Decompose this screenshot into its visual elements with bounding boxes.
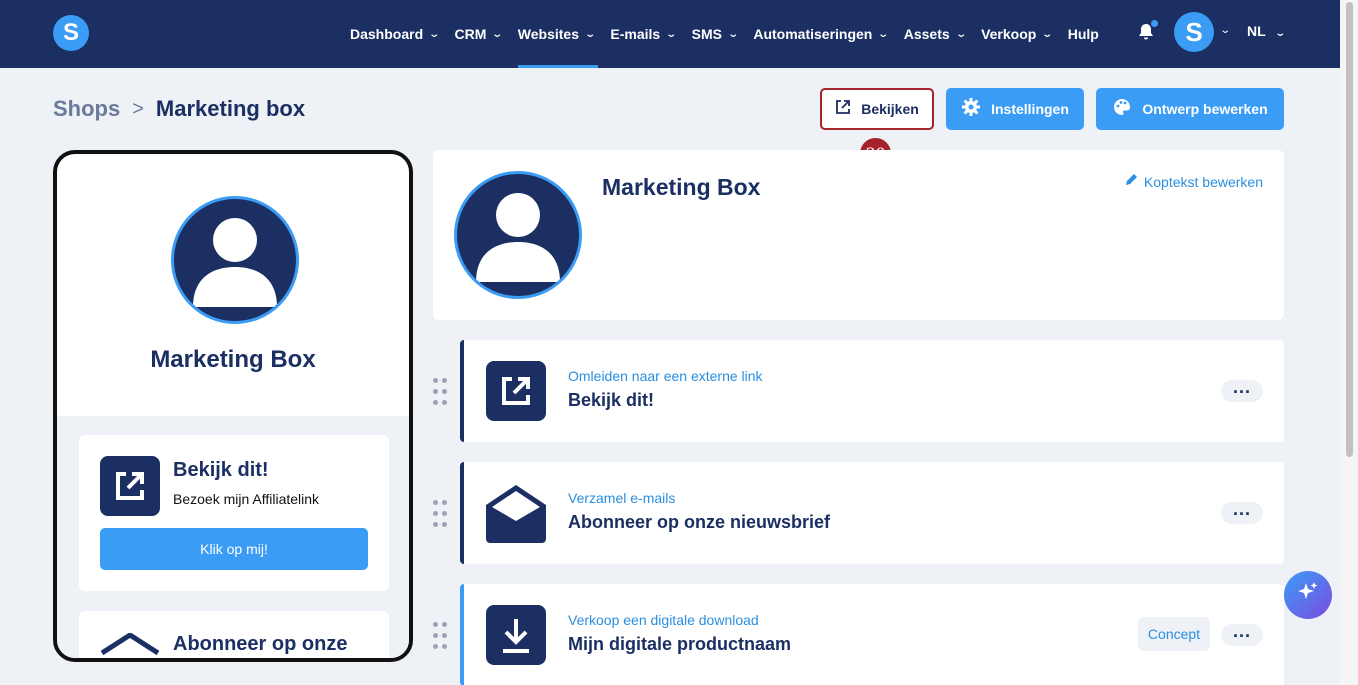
nav-label: E-mails	[610, 26, 661, 42]
drag-handle-icon[interactable]	[432, 499, 450, 529]
top-navbar: S Dashboard ⌄ CRM ⌄ Websites ⌄ E-mails ⌄ SMS…	[0, 0, 1340, 68]
settings-button-label: Instellingen	[991, 101, 1069, 117]
chevron-down-icon: ⌄	[665, 28, 678, 40]
chevron-down-icon: ⌄	[428, 28, 441, 40]
preview-card-title: Bekijk dit!	[173, 459, 269, 481]
nav-emails[interactable]: E-mails ⌄	[610, 0, 678, 68]
language-selector[interactable]: NL ⌄	[1247, 23, 1286, 39]
palette-icon	[1112, 97, 1132, 121]
logo-letter: S	[62, 19, 79, 46]
edit-design-button-label: Ontwerp bewerken	[1142, 101, 1268, 117]
nav-label: Verkoop	[981, 26, 1037, 42]
nav-automatiseringen[interactable]: Automatiseringen ⌄	[753, 0, 890, 68]
block-type: Verkoop een digitale download	[568, 612, 759, 628]
nav-label: Automatiseringen	[753, 26, 873, 42]
chevron-down-icon: ⌄	[954, 28, 967, 40]
status-badge: Concept	[1138, 617, 1210, 651]
language-label: NL	[1247, 23, 1266, 39]
nav-assets[interactable]: Assets ⌄	[903, 0, 967, 68]
chevron-down-icon: ⌄	[584, 28, 597, 40]
bell-icon[interactable]	[1136, 20, 1158, 42]
nav-websites[interactable]: Websites ⌄	[517, 0, 598, 68]
chevron-down-icon: ⌄	[877, 28, 890, 40]
nav-label: Dashboard	[350, 26, 424, 42]
phone-preview: Marketing Box Bekijk dit! Bezoek mijn Af…	[53, 150, 413, 662]
pencil-icon	[1124, 172, 1139, 191]
chevron-down-icon: ⌄	[1041, 28, 1054, 40]
page-title: Marketing box	[155, 96, 306, 121]
preview-card-link: Bekijk dit! Bezoek mijn Affiliatelink Kl…	[79, 435, 389, 591]
chevron-right-icon: >	[132, 97, 144, 120]
more-options-button[interactable]: ...	[1221, 500, 1263, 524]
nav-hulp[interactable]: Hulp	[1068, 0, 1099, 68]
main-nav: Dashboard ⌄ CRM ⌄ Websites ⌄ E-mails ⌄ SMS ⌄ …	[350, 0, 1115, 68]
nav-label: Hulp	[1067, 26, 1099, 42]
drag-handle-icon[interactable]	[432, 621, 450, 651]
profile-avatar[interactable]	[454, 171, 582, 299]
avatar-letter: S	[1185, 16, 1203, 47]
chevron-down-icon: ⌄	[491, 28, 504, 40]
external-link-icon	[100, 456, 160, 516]
nav-sms[interactable]: SMS ⌄	[691, 0, 740, 68]
breadcrumb: Shops > Marketing box	[53, 96, 305, 122]
block-type: Verzamel e-mails	[568, 490, 676, 506]
profile-avatar	[171, 196, 299, 324]
nav-dashboard[interactable]: Dashboard ⌄	[350, 0, 441, 68]
nav-label: Websites	[517, 26, 580, 42]
view-button[interactable]: Bekijken	[820, 88, 934, 130]
breadcrumb-shops-link[interactable]: Shops	[53, 96, 120, 122]
header-title: Marketing Box	[602, 174, 761, 200]
scrollbar-thumb[interactable]	[1346, 2, 1353, 457]
envelope-icon	[484, 483, 548, 548]
edit-header-link[interactable]: Koptekst bewerken	[1124, 172, 1263, 191]
nav-label: SMS	[691, 26, 722, 42]
view-button-label: Bekijken	[861, 101, 919, 117]
block-collect-emails[interactable]: Verzamel e-mails Abonneer op onze nieuws…	[460, 462, 1284, 564]
sparkle-icon	[1296, 580, 1320, 610]
block-title: Mijn digitale productnaam	[568, 634, 792, 654]
chevron-down-icon: ⌄	[1273, 28, 1286, 39]
block-external-link[interactable]: Omleiden naar een externe link Bekijk di…	[460, 340, 1284, 442]
settings-button[interactable]: Instellingen	[946, 88, 1084, 130]
user-avatar[interactable]: S	[1174, 12, 1214, 52]
nav-label: CRM	[454, 26, 487, 42]
edit-design-button[interactable]: Ontwerp bewerken	[1096, 88, 1284, 130]
drag-handle-icon[interactable]	[432, 377, 450, 407]
block-title: Abonneer op onze nieuwsbrief	[568, 512, 831, 532]
chevron-down-icon: ⌄	[727, 28, 740, 40]
envelope-icon	[100, 632, 160, 658]
header-card: Marketing Box Koptekst bewerken	[433, 150, 1284, 320]
preview-card-newsletter: Abonneer op onze	[79, 611, 389, 658]
download-icon	[486, 605, 546, 665]
block-type: Omleiden naar een externe link	[568, 368, 763, 384]
nav-verkoop[interactable]: Verkoop ⌄	[981, 0, 1054, 68]
external-link-icon	[835, 99, 851, 119]
nav-label: Assets	[903, 26, 950, 42]
preview-cta-button[interactable]: Klik op mij!	[100, 528, 368, 570]
more-options-button[interactable]: ...	[1221, 622, 1263, 646]
notification-dot	[1151, 20, 1158, 27]
block-title: Bekijk dit!	[568, 390, 655, 410]
external-link-icon	[486, 361, 546, 421]
edit-header-label: Koptekst bewerken	[1143, 173, 1263, 190]
chevron-down-icon[interactable]: ⌄	[1219, 25, 1231, 36]
block-digital-download[interactable]: Verkoop een digitale download Mijn digit…	[460, 584, 1284, 685]
preview-card-subtitle: Bezoek mijn Affiliatelink	[173, 491, 320, 507]
nav-crm[interactable]: CRM ⌄	[454, 0, 504, 68]
preview-title: Marketing Box	[150, 346, 316, 373]
more-options-button[interactable]: ...	[1221, 378, 1263, 402]
ai-assistant-button[interactable]	[1284, 571, 1332, 619]
app-logo[interactable]: S	[53, 15, 89, 51]
preview-card-title: Abonneer op onze	[173, 633, 348, 655]
gear-icon	[961, 97, 981, 121]
